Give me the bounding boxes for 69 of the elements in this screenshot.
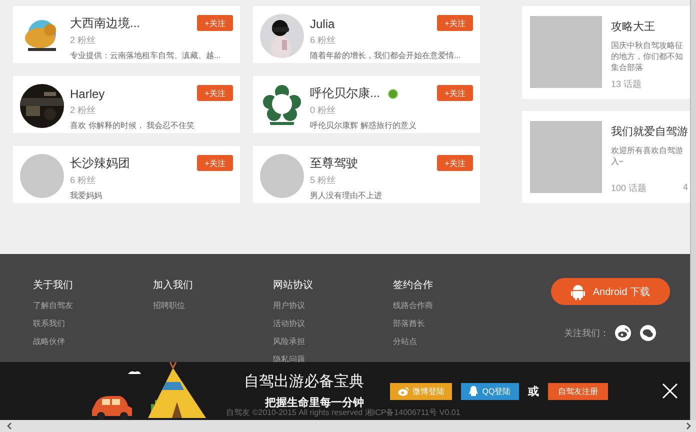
close-icon[interactable] — [662, 383, 678, 399]
topic-count: 100 话题 — [611, 182, 647, 195]
fan-count: 6 粉丝 — [310, 34, 337, 47]
avatar-placeholder — [20, 154, 64, 198]
horizontal-scrollbar[interactable] — [0, 420, 696, 432]
topic-count: 13 话题 — [611, 78, 642, 91]
footer-link[interactable]: 活动协议 — [273, 319, 305, 328]
register-button[interactable]: 自驾友注册 — [548, 382, 608, 400]
user-bio: 我爱妈妈 — [70, 190, 103, 201]
weibo-icon[interactable] — [615, 325, 631, 341]
user-bio: 专业提供：云南落地租车自驾、滇藏、越... — [70, 50, 222, 61]
footer-heading: 签约合作 — [393, 279, 433, 292]
user-name[interactable]: 至尊驾驶 — [310, 155, 358, 172]
user-bio: 男人没有理由不上进 — [310, 190, 383, 201]
footer-link[interactable]: 部落酋长 — [393, 319, 425, 328]
footer-link[interactable]: 分站点 — [393, 337, 417, 346]
fan-count: 0 粉丝 — [310, 104, 337, 117]
group-title[interactable]: 我们就爱自驾游 — [611, 124, 690, 139]
scroll-right-icon[interactable] — [684, 422, 692, 430]
follow-button[interactable]: +关注 — [197, 85, 233, 101]
footer-link[interactable]: 招聘职位 — [153, 301, 185, 310]
footer-heading: 关于我们 — [33, 278, 73, 292]
qq-login-button[interactable]: QQ登陆 — [461, 382, 519, 400]
follow-button[interactable]: +关注 — [437, 85, 473, 101]
android-icon — [570, 284, 585, 300]
user-bio: 呼伦贝尔康辉 解惑旅行的意义 — [310, 120, 418, 131]
fan-count: 2 粉丝 — [70, 104, 97, 117]
wechat-icon[interactable] — [640, 325, 656, 341]
footer-heading: 加入我们 — [153, 278, 193, 292]
weibo-icon — [398, 386, 408, 396]
footer-heading: 网站协议 — [273, 278, 313, 292]
footer-link[interactable]: 了解自驾友 — [33, 301, 73, 310]
copyright-text: 自驾友 ©2010-2015 All rights reserved 湘ICP备14006711号 V0.01 — [226, 408, 460, 418]
footer-link[interactable]: 用户协议 — [273, 301, 305, 310]
user-name[interactable]: 长沙辣妈团 — [70, 155, 130, 172]
user-bio: 喜欢 你解释的时候， 我会忍不住笑 — [70, 120, 196, 131]
group-description: 欢迎所有喜欢自驾游 入~ — [611, 145, 684, 167]
footer-link[interactable]: 联系我们 — [33, 319, 65, 328]
footer-link[interactable]: 风险承担 — [273, 337, 305, 346]
android-download-button[interactable]: Android 下载 — [551, 278, 670, 305]
footer-link[interactable]: 隐私问题 — [273, 355, 305, 364]
image-placeholder — [530, 16, 602, 88]
group-stat: 4 — [682, 182, 688, 194]
user-bio: 随着年龄的增长，我们都会开始在意爱情... — [310, 50, 462, 61]
fan-count: 6 粉丝 — [70, 174, 97, 187]
group-description: 国庆中秋自驾攻略征 的地方，你们都不知 集合部落 — [611, 40, 684, 73]
weibo-login-button[interactable]: 微博登陆 — [390, 382, 452, 400]
follow-button[interactable]: +关注 — [437, 155, 473, 171]
user-name[interactable]: Julia — [310, 16, 335, 30]
banner-subtitle: 把握生命里每一分钟 — [265, 396, 364, 409]
image-placeholder — [530, 121, 602, 193]
follow-button[interactable]: +关注 — [197, 15, 233, 31]
penguin-icon — [469, 386, 478, 396]
fan-count: 5 粉丝 — [310, 174, 337, 187]
user-name[interactable]: 大西南边境... — [70, 15, 140, 32]
fan-count: 2 粉丝 — [70, 34, 97, 47]
avatar-placeholder — [260, 154, 304, 198]
follow-us-label: 关注我们： — [564, 326, 609, 340]
banner-title: 自驾出游必备宝典 — [244, 372, 364, 391]
or-label: 或 — [528, 384, 539, 398]
vertical-scrollbar[interactable] — [690, 0, 696, 420]
user-name[interactable]: Harley — [70, 86, 105, 100]
footer-link[interactable]: 线路合作商 — [393, 301, 433, 310]
follow-button[interactable]: +关注 — [197, 155, 233, 171]
user-name[interactable]: 呼伦贝尔康... — [310, 85, 380, 102]
footer-link[interactable]: 战略伙伴 — [33, 337, 65, 346]
scroll-left-icon[interactable] — [6, 422, 14, 430]
follow-button[interactable]: +关注 — [437, 15, 473, 31]
group-title[interactable]: 攻略大王 — [611, 19, 690, 34]
